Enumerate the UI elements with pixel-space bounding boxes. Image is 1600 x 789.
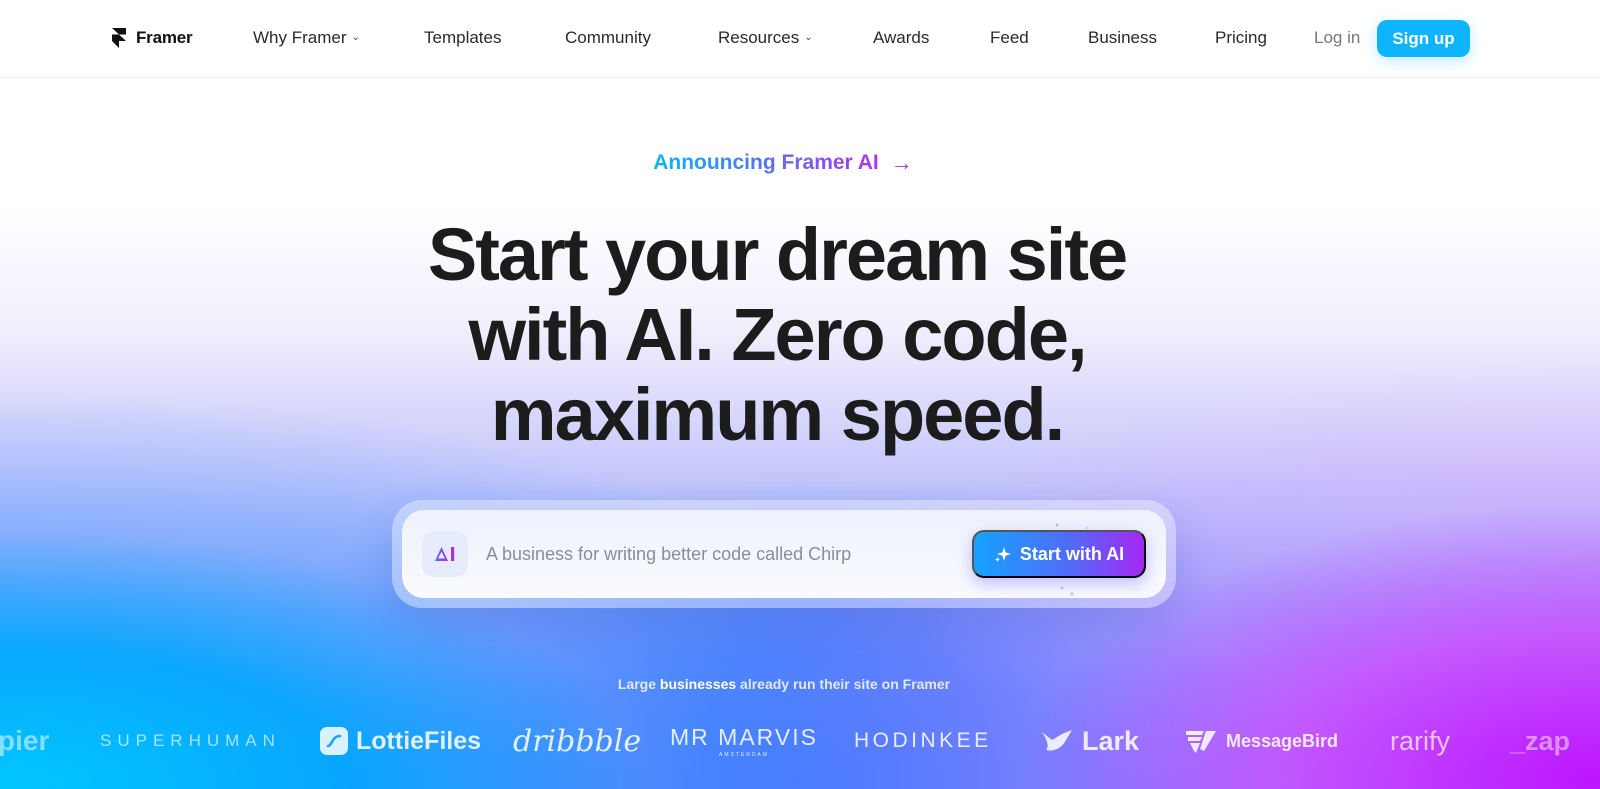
nav-item-awards[interactable]: Awards [873, 28, 929, 48]
logo-text: MessageBird [1226, 730, 1339, 751]
nav-label: Awards [873, 28, 930, 47]
nav-item-business[interactable]: Business [1088, 28, 1157, 48]
nav-item-resources[interactable]: Resources ⌄ [718, 28, 813, 48]
ai-logo-icon [422, 531, 468, 577]
logo-text: rarify [1390, 725, 1450, 756]
logo-text: dribbble [513, 723, 642, 759]
nav-label: Why Framer [253, 28, 347, 47]
logo-subtext: AMSTERDAM [718, 752, 769, 758]
nav-item-templates[interactable]: Templates [424, 28, 501, 48]
lottiefiles-logo: LottieFiles [320, 716, 481, 766]
nav-label: Templates [424, 28, 502, 47]
chevron-down-icon: ⌄ [351, 31, 360, 43]
social-proof-bold: businesses [659, 676, 737, 692]
headline-line: Start your dream site [427, 213, 1128, 296]
logo-text: _zap [1510, 725, 1571, 756]
start-with-ai-button[interactable]: Start with AI [972, 530, 1146, 578]
logo-text: Lark [1082, 725, 1140, 756]
top-navigation: Framer Why Framer ⌄ Templates Community … [0, 0, 1600, 78]
lottiefiles-icon [320, 727, 348, 755]
nav-label: Business [1088, 28, 1157, 47]
logo-text: pier [0, 725, 50, 756]
sparkle-icon [994, 547, 1011, 562]
dribbble-logo: dribbble [513, 716, 641, 766]
brand-name: Framer [136, 28, 193, 47]
login-link[interactable]: Log in [1314, 28, 1360, 48]
announcement-banner: Announcing Framer AI → [0, 150, 1566, 176]
framer-logo-link[interactable]: Framer [112, 28, 193, 48]
headline-line: with AI. Zero code, [468, 293, 1087, 376]
logo-text: HODINKEE [854, 729, 992, 752]
ai-prompt-box: Start with AI [402, 510, 1166, 600]
social-proof-text: Large businesses already run their site … [0, 676, 1568, 692]
lark-logo: Lark [1040, 716, 1139, 766]
nav-label: Pricing [1215, 28, 1267, 47]
signup-button[interactable]: Sign up [1377, 20, 1470, 57]
social-proof-prefix: Large [617, 676, 656, 692]
nav-label: Feed [990, 28, 1029, 47]
nav-item-feed[interactable]: Feed [990, 28, 1029, 48]
nav-item-community[interactable]: Community [565, 28, 651, 48]
arrow-right-icon: → [890, 150, 913, 175]
ai-glyph-icon [435, 547, 455, 561]
logo-text: MR MARVIS [670, 724, 818, 750]
hodinkee-logo: HODINKEE [854, 716, 992, 766]
ai-prompt-input[interactable] [486, 536, 956, 572]
zapier-logo: _zap [1510, 716, 1570, 766]
zapier-logo: pier [0, 716, 49, 766]
nav-item-pricing[interactable]: Pricing [1215, 28, 1267, 48]
customer-logo-marquee: pier SUPERHUMAN LottieFiles dribbble MR … [0, 716, 1600, 766]
announcement-text: Announcing Framer AI [653, 151, 879, 174]
logo-text: LottieFiles [356, 726, 482, 755]
nav-item-why-framer[interactable]: Why Framer ⌄ [253, 28, 360, 48]
logo-text: SUPERHUMAN [100, 731, 281, 750]
lark-bird-icon [1042, 730, 1072, 751]
ai-prompt-container: Start with AI [392, 500, 1176, 608]
framer-logo-icon [112, 28, 126, 48]
mr-marvis-logo: MR MARVIS AMSTERDAM [670, 716, 818, 766]
start-with-ai-label: Start with AI [1019, 543, 1125, 564]
chevron-down-icon: ⌄ [804, 31, 813, 43]
nav-label: Community [565, 28, 651, 47]
nav-label: Resources [718, 28, 800, 47]
messagebird-logo: MessageBird [1184, 716, 1338, 766]
announcement-link[interactable]: Announcing Framer AI → [653, 150, 913, 176]
messagebird-icon [1186, 731, 1216, 753]
superhuman-logo: SUPERHUMAN [100, 716, 281, 766]
headline-line: maximum speed. [490, 373, 1065, 456]
hero-headline: Start your dream site with AI. Zero code… [0, 215, 1554, 455]
social-proof-suffix: already run their site on Framer [740, 676, 951, 692]
rarify-logo: rarify [1390, 716, 1450, 766]
